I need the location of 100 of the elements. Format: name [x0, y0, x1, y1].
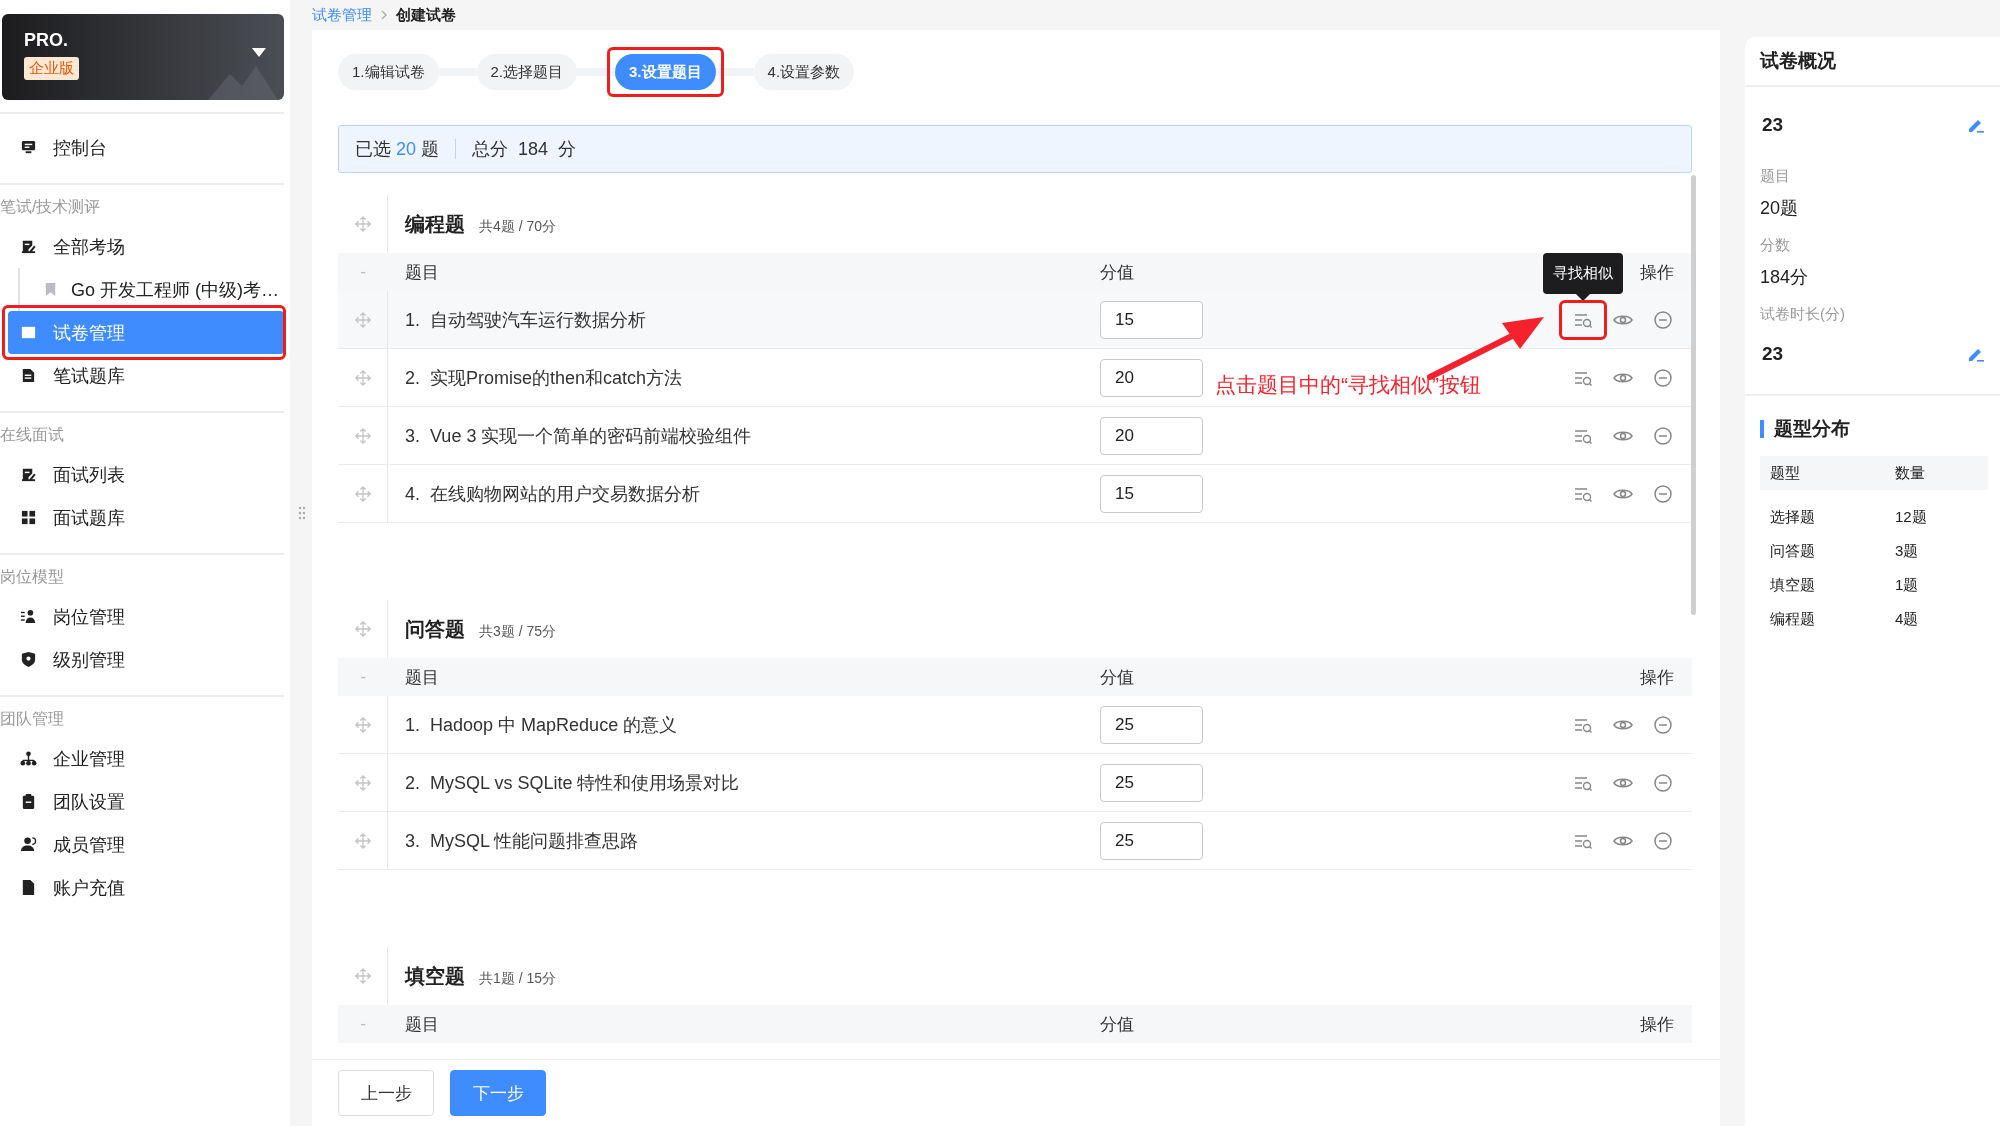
step-tab[interactable]: 1.编辑试卷 [338, 54, 439, 90]
tray-icon [20, 324, 37, 341]
tooltip-pointer [1576, 293, 1590, 301]
question-title: Hadoop 中 MapReduce 的意义 [430, 714, 678, 735]
column-header: 数量 [1895, 463, 1926, 483]
drag-handle-icon[interactable] [353, 426, 372, 445]
sidebar-item[interactable]: 岗位管理 [8, 595, 284, 638]
table-cell-text: 选择题 [1770, 507, 1816, 527]
edition-badge: 企业版 [24, 57, 79, 80]
sidebar-item[interactable]: 笔试题库 [8, 354, 284, 397]
drag-handle-icon[interactable] [353, 620, 372, 638]
drag-handle-icon[interactable] [353, 773, 372, 792]
score-field[interactable]: 15 [1100, 300, 1203, 339]
remove-icon[interactable] [1652, 424, 1674, 447]
sidebar-item[interactable]: 级别管理 [8, 638, 284, 681]
drag-handle-icon[interactable] [353, 831, 372, 850]
sidebar-item[interactable]: 成员管理 [8, 823, 284, 866]
table-cell-text: 12题 [1895, 507, 1928, 527]
question-number: 2. [405, 367, 420, 388]
grid-icon [20, 509, 37, 526]
field-label: 分数 [1760, 236, 1790, 253]
caret-icon[interactable] [252, 48, 266, 57]
table-cell-text: 1题 [1895, 575, 1920, 595]
group-label: 岗位模型 [0, 568, 64, 585]
back-button[interactable]: 上一步 [338, 1070, 434, 1116]
section-summary: 共1题 / 15分 [479, 969, 557, 988]
users-icon [20, 836, 37, 853]
remove-icon[interactable] [1652, 771, 1674, 794]
drag-handle-icon[interactable] [353, 484, 372, 503]
drag-handle-icon[interactable] [353, 215, 372, 233]
question-title: 自动驾驶汽车运行数据分析 [430, 309, 647, 330]
column-header: 分值 [1100, 262, 1134, 282]
question-number: 1. [405, 309, 420, 330]
remove-icon[interactable] [1652, 482, 1674, 505]
sidebar-item[interactable]: 团队设置 [8, 780, 284, 823]
field-value: 23 [1761, 114, 1784, 136]
section-summary: 共4题 / 70分 [479, 217, 557, 236]
group-label: 在线面试 [0, 426, 64, 443]
question-number: 1. [405, 714, 420, 735]
sidebar-item[interactable]: 账户充值 [8, 866, 284, 909]
annotation-text: 点击题目中的“寻找相似”按钮 [1215, 372, 1481, 398]
clipboard-pen-icon [20, 238, 37, 255]
sidebar-item[interactable]: 企业管理 [8, 737, 284, 780]
remove-icon[interactable] [1652, 829, 1674, 852]
remove-icon[interactable] [1652, 366, 1674, 389]
column-header: 分值 [1100, 667, 1134, 687]
drag-handle-icon[interactable] [353, 310, 372, 329]
breadcrumb-current: 创建试卷 [396, 5, 456, 25]
score-field[interactable]: 25 [1100, 763, 1203, 802]
clipboard-icon [20, 793, 37, 810]
column-header: 题型 [1770, 463, 1801, 483]
monitor-icon [20, 139, 37, 156]
question-number: 3. [405, 425, 420, 446]
brand-card[interactable]: PRO. 企业版 [2, 14, 284, 100]
scrollbar[interactable] [1691, 175, 1696, 615]
score-field[interactable]: 25 [1100, 705, 1203, 744]
score-field[interactable]: 25 [1100, 821, 1203, 860]
hierarchy-icon [20, 750, 37, 767]
chevron-icon [380, 10, 388, 20]
score-field[interactable]: 15 [1100, 474, 1203, 513]
field-label: 题目 [1760, 167, 1790, 184]
remove-icon[interactable] [1652, 308, 1674, 331]
column-header: - [360, 262, 366, 282]
drag-handle-icon[interactable] [353, 715, 372, 734]
field-value: 184分 [1760, 267, 1809, 287]
document-icon [20, 367, 37, 384]
question-title: MySQL vs SQLite 特性和使用场景对比 [430, 772, 740, 793]
group-label: 笔试/技术测评 [0, 198, 101, 215]
shield-icon [20, 651, 37, 668]
column-header: 操作 [1640, 667, 1674, 687]
drag-handle-icon[interactable] [353, 967, 372, 985]
brand-name: PRO. [24, 30, 68, 51]
table-cell-text: 4题 [1895, 609, 1920, 629]
sidebar-item[interactable]: 全部考场 [8, 225, 284, 268]
question-number: 2. [405, 772, 420, 793]
table-cell-text: 问答题 [1770, 541, 1816, 561]
file-icon [20, 879, 37, 896]
sidebar-item[interactable]: 面试列表 [8, 453, 284, 496]
step-connector [715, 68, 754, 76]
resize-handle-icon[interactable] [298, 505, 306, 521]
step-tab[interactable]: 4.设置参数 [753, 54, 855, 90]
score-field[interactable]: 20 [1100, 358, 1203, 397]
question-title: 实现Promise的then和catch方法 [430, 367, 683, 388]
total-score-text: 总分 184 分 [472, 138, 577, 161]
column-header: 操作 [1640, 262, 1674, 282]
remove-icon[interactable] [1652, 713, 1674, 736]
sidebar-item[interactable]: 控制台 [8, 126, 284, 169]
step-tab[interactable]: 2.选择题目 [476, 54, 578, 90]
column-header: 分值 [1100, 1014, 1134, 1034]
section-title: 编程题 [405, 211, 465, 237]
section-title: 填空题 [405, 963, 465, 989]
drag-handle-icon[interactable] [353, 368, 372, 387]
column-header: 操作 [1640, 1014, 1674, 1034]
score-field[interactable]: 20 [1100, 416, 1203, 455]
column-header: - [360, 667, 366, 687]
sidebar-item[interactable]: 面试题库 [8, 496, 284, 539]
field-value: 20题 [1760, 198, 1799, 218]
step-connector [577, 68, 616, 76]
selected-count-text: 已选 20 题 [355, 138, 440, 161]
section-title: 题型分布 [1774, 417, 1850, 441]
